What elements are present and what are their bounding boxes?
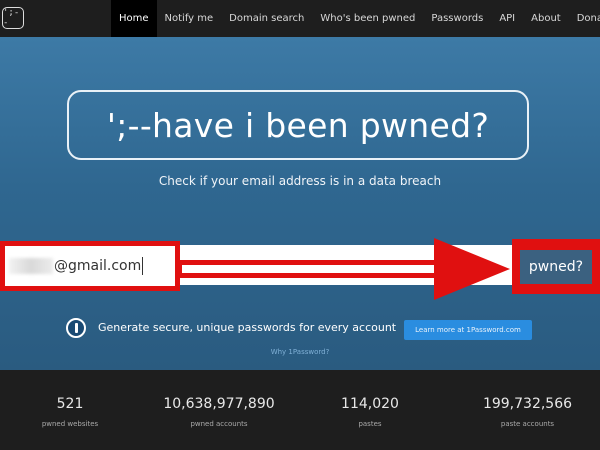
1password-icon — [66, 318, 86, 338]
navbar: ';-- Home Notify me Domain search Who's … — [0, 0, 600, 37]
stat-value: 10,638,977,890 — [163, 396, 275, 412]
pwned-button[interactable]: pwned? — [520, 249, 592, 284]
nav-item-domain-search[interactable]: Domain search — [221, 0, 312, 37]
pwned-highlight-box: pwned? — [512, 239, 600, 294]
stat-label: paste accounts — [500, 420, 555, 428]
site-title-box: ';--have i been pwned? — [67, 90, 529, 160]
promo-text: Generate secure, unique passwords for ev… — [98, 321, 397, 334]
why-1password-link[interactable]: Why 1Password? — [0, 348, 600, 356]
stat-pwned-accounts: 10,638,977,890 pwned accounts — [154, 396, 284, 428]
logo-text: ';-- — [3, 8, 20, 28]
learn-more-button[interactable]: Learn more at 1Password.com — [404, 320, 532, 340]
nav-item-donate[interactable]: Donate ₿ — [569, 0, 600, 37]
stat-value: 521 — [56, 396, 84, 412]
nav-item-about[interactable]: About — [523, 0, 569, 37]
email-input[interactable]: @gmail.com — [5, 257, 175, 275]
stat-paste-accounts: 199,732,566 paste accounts — [470, 396, 585, 428]
site-logo[interactable]: ';-- — [2, 7, 24, 29]
redacted-email-prefix — [9, 258, 53, 274]
nav-item-notify-me[interactable]: Notify me — [157, 0, 222, 37]
nav-item-api[interactable]: API — [491, 0, 523, 37]
nav-menu: Home Notify me Domain search Who's been … — [111, 0, 600, 37]
red-arrow-icon — [178, 238, 510, 300]
email-input-value: @gmail.com — [54, 258, 142, 274]
site-title: ';--have i been pwned? — [106, 105, 490, 145]
stat-label: pwned websites — [41, 420, 99, 428]
hero-subtitle: Check if your email address is in a data… — [158, 174, 442, 188]
stat-pwned-websites: 521 pwned websites — [40, 396, 100, 428]
stat-value: 114,020 — [341, 396, 399, 412]
stat-pastes: 114,020 pastes — [330, 396, 410, 428]
stats-bar: 521 pwned websites 10,638,977,890 pwned … — [0, 370, 600, 450]
nav-item-passwords[interactable]: Passwords — [423, 0, 491, 37]
text-caret — [142, 257, 144, 275]
stat-label: pastes — [358, 420, 382, 428]
stat-value: 199,732,566 — [482, 396, 573, 412]
nav-item-whos-been-pwned[interactable]: Who's been pwned — [312, 0, 423, 37]
stat-label: pwned accounts — [190, 420, 248, 428]
nav-item-home[interactable]: Home — [111, 0, 157, 37]
email-highlight-box: @gmail.com — [0, 241, 180, 291]
